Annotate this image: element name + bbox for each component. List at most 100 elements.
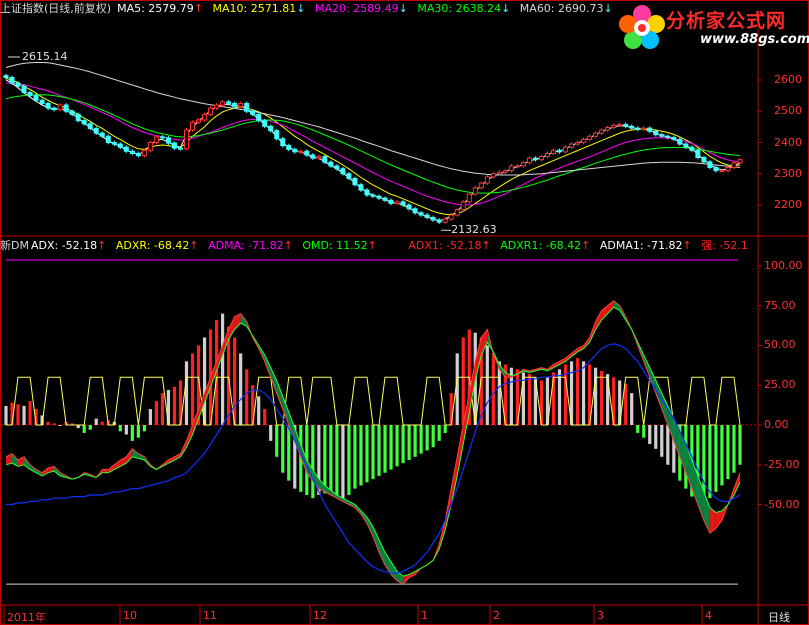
candle-body bbox=[39, 99, 45, 104]
lower-indicator-header: 新DM ADX: -52.18↑ ADXR: -68.42↑ ADMA: -71.… bbox=[0, 238, 754, 254]
chart-canvas[interactable] bbox=[0, 0, 809, 625]
adxr1-value: ADXR1: -68.42 bbox=[500, 239, 582, 252]
candle-body bbox=[484, 176, 490, 184]
candle-body bbox=[550, 149, 556, 154]
histogram-bar bbox=[600, 370, 604, 425]
histogram-bar bbox=[94, 418, 98, 425]
candle-body bbox=[105, 135, 111, 143]
histogram-bar bbox=[581, 361, 586, 425]
candle-body bbox=[635, 127, 641, 130]
candle-body bbox=[544, 152, 550, 158]
candle-body bbox=[274, 130, 280, 140]
candle-body bbox=[647, 127, 653, 132]
arrow-down-icon: ↓ bbox=[296, 2, 306, 15]
candle-body bbox=[593, 132, 599, 137]
histogram-bar bbox=[46, 421, 50, 425]
adma1-value: ADMA1: -71.82 bbox=[599, 239, 683, 252]
candle-body bbox=[695, 149, 701, 158]
histogram-bar bbox=[732, 424, 736, 473]
candle-body bbox=[190, 121, 196, 131]
candle-body bbox=[382, 197, 388, 201]
histogram-bar bbox=[190, 353, 195, 425]
histogram-bar bbox=[4, 405, 8, 425]
histogram-bar bbox=[666, 424, 670, 465]
histogram-bar bbox=[269, 424, 273, 441]
candle-body bbox=[581, 138, 587, 143]
histogram-bar bbox=[124, 424, 128, 435]
histogram-bar bbox=[407, 424, 411, 460]
candle-body bbox=[563, 146, 569, 153]
arrow-up-icon: ↑ bbox=[481, 239, 491, 252]
indicator-title: 新DM bbox=[0, 239, 29, 252]
candle-body bbox=[262, 120, 268, 127]
histogram-bar bbox=[281, 424, 285, 473]
histogram-bar bbox=[443, 424, 447, 433]
candle-body bbox=[256, 113, 262, 122]
histogram-bar bbox=[335, 424, 339, 495]
candle-body bbox=[611, 124, 617, 128]
histogram-bar bbox=[395, 424, 399, 467]
histogram-bar bbox=[708, 424, 712, 499]
histogram-bar bbox=[491, 353, 495, 425]
y-tick-label: 2300 bbox=[774, 166, 802, 180]
candle-body bbox=[123, 146, 129, 152]
histogram-bar bbox=[353, 424, 357, 489]
candle-body bbox=[316, 156, 322, 159]
candle-body bbox=[129, 150, 135, 154]
y-tick-label: 2600 bbox=[774, 73, 802, 86]
candle-body bbox=[490, 173, 496, 178]
candle-body bbox=[171, 142, 177, 149]
candle-body bbox=[183, 129, 189, 150]
y-tick-label: 2400 bbox=[774, 135, 802, 149]
chart-frame bbox=[0, 0, 809, 625]
candle-body bbox=[238, 102, 244, 108]
candle-body bbox=[226, 101, 232, 104]
x-tick-label: 2 bbox=[493, 609, 500, 622]
candle-body bbox=[430, 217, 436, 221]
candle-body bbox=[653, 130, 659, 136]
ma-line-ma5 bbox=[5, 79, 741, 222]
candle-body bbox=[27, 92, 33, 97]
histogram-bar bbox=[88, 424, 92, 430]
x-tick-label: 10 bbox=[123, 609, 137, 622]
histogram-bar bbox=[184, 361, 189, 425]
histogram-bar bbox=[239, 353, 243, 425]
histogram-bar bbox=[263, 409, 267, 425]
histogram-bar bbox=[648, 424, 652, 445]
histogram-bar bbox=[154, 401, 159, 425]
y-tick-label: 25.00 bbox=[764, 378, 796, 392]
adxr-value: ADXR: -68.42 bbox=[115, 239, 190, 252]
candle-body bbox=[587, 135, 593, 140]
logo-url: www.88gs.com bbox=[700, 32, 809, 47]
histogram-bar bbox=[233, 337, 237, 425]
candle-body bbox=[677, 138, 683, 145]
candle-body bbox=[51, 107, 57, 111]
timeframe-label: 日线 bbox=[768, 611, 790, 624]
x-tick-label: 4 bbox=[705, 609, 712, 622]
candle-body bbox=[569, 143, 575, 148]
histogram-bar bbox=[287, 424, 291, 481]
low-annotation: 2132.63 bbox=[451, 223, 497, 237]
dm-band-segment bbox=[379, 539, 385, 565]
histogram-bar bbox=[82, 424, 86, 433]
histogram-bar bbox=[311, 424, 315, 499]
flower-logo-icon bbox=[619, 5, 665, 49]
histogram-bar bbox=[160, 393, 165, 425]
candle-body bbox=[220, 101, 226, 106]
candle-body bbox=[400, 201, 406, 206]
candle-body bbox=[502, 170, 508, 173]
candle-body bbox=[244, 102, 250, 112]
arrow-up-icon: ↑ bbox=[682, 239, 692, 252]
candle-body bbox=[340, 168, 346, 175]
histogram-bar bbox=[365, 424, 369, 483]
ma30-value: MA30: 2638.24 bbox=[417, 2, 502, 15]
histogram-bar bbox=[389, 424, 393, 470]
candle-body bbox=[159, 136, 165, 139]
arrow-down-icon: ↓ bbox=[398, 2, 408, 15]
y-tick-label: 2500 bbox=[774, 104, 802, 118]
histogram-bar bbox=[660, 424, 664, 457]
candle-body bbox=[659, 134, 665, 137]
dm-band-segment bbox=[661, 393, 668, 425]
candle-body bbox=[177, 147, 183, 150]
histogram-bar bbox=[100, 421, 104, 425]
